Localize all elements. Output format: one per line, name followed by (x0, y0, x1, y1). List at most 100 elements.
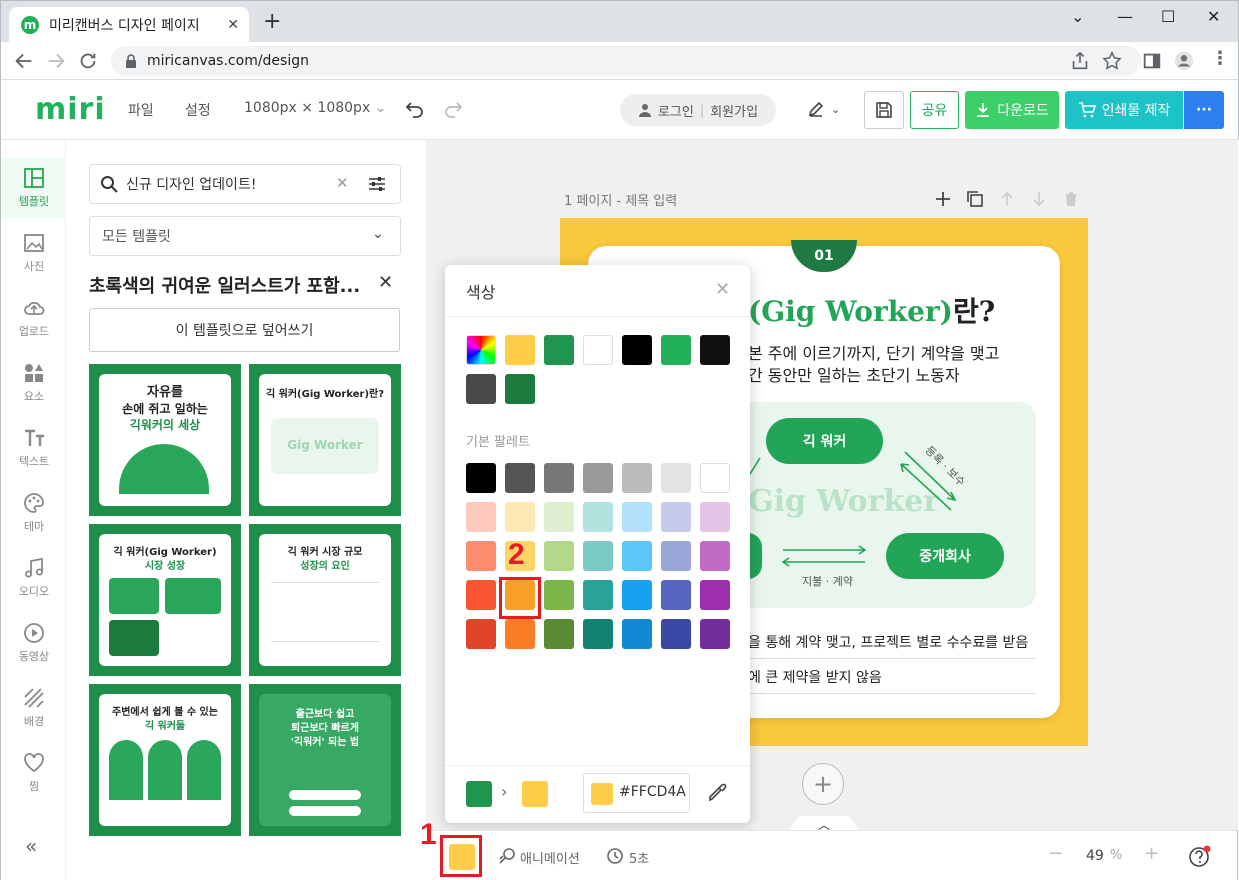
close-template-icon[interactable]: ✕ (378, 272, 393, 293)
tab-search-icon[interactable]: ⌄ (1071, 7, 1084, 26)
design-subtitle-line2[interactable]: 간 동안만 일하는 초단기 노동자 (748, 362, 960, 386)
palette-color-swatch[interactable] (700, 580, 730, 610)
palette-color-swatch[interactable] (544, 463, 574, 493)
more-menu-button[interactable]: ··· (1184, 91, 1224, 129)
overwrite-template-button[interactable]: 이 템플릿으로 덮어쓰기 (89, 308, 400, 352)
document-color-swatch[interactable] (661, 335, 691, 365)
palette-color-swatch[interactable] (661, 502, 691, 532)
template-thumbnail-1[interactable]: 자유를 손에 쥐고 일하는 긱워커의 세상 (89, 364, 241, 516)
design-pill-partial[interactable] (748, 533, 762, 579)
palette-color-swatch[interactable] (544, 502, 574, 532)
filter-sliders-icon[interactable] (368, 175, 386, 193)
document-color-swatch[interactable] (505, 374, 535, 404)
document-color-swatch[interactable] (544, 335, 574, 365)
clear-search-icon[interactable]: ✕ (336, 174, 349, 192)
sidebar-item-templates[interactable]: 템플릿 (1, 158, 67, 218)
palette-color-swatch[interactable] (622, 580, 652, 610)
sidebar-item-favorites[interactable]: 찜 (1, 743, 67, 803)
new-tab-icon[interactable]: + (263, 11, 281, 33)
palette-color-swatch[interactable] (622, 502, 652, 532)
browser-tab[interactable]: m 미리캔버스 디자인 페이지 ✕ (9, 7, 249, 43)
zoom-value[interactable]: 49 (1086, 848, 1104, 864)
palette-color-swatch[interactable] (661, 541, 691, 571)
sidebar-item-text[interactable]: 텍스트 (1, 418, 67, 478)
template-search-input[interactable]: 신규 디자인 업데이트! ✕ (89, 164, 401, 204)
template-thumbnail-3[interactable]: 긱 워커(Gig Worker) 시장 성장 (89, 524, 241, 676)
rainbow-custom-color-icon[interactable] (466, 335, 496, 365)
canvas-size-dropdown[interactable]: 1080px × 1080px ⌄ (244, 100, 386, 116)
minimize-icon[interactable]: — (1117, 7, 1133, 26)
palette-color-swatch[interactable] (544, 580, 574, 610)
browser-menu-icon[interactable]: ⋮ (1211, 48, 1233, 70)
download-button[interactable]: 다운로드 (965, 91, 1059, 129)
palette-color-swatch[interactable] (700, 502, 730, 532)
eyedropper-icon[interactable] (707, 781, 729, 803)
design-subtitle-line1[interactable]: 본 주에 이르기까지, 단기 계약을 맺고 (748, 340, 999, 364)
palette-color-swatch[interactable] (583, 463, 613, 493)
palette-color-swatch[interactable] (583, 580, 613, 610)
design-bullet-2[interactable]: 에 큰 제약을 받지 않음 (748, 667, 882, 687)
help-icon[interactable] (1188, 844, 1212, 868)
signup-link[interactable]: 회원가입 (710, 101, 758, 120)
template-thumbnail-6[interactable]: 출근보다 쉽고 퇴근보다 빠르게 '긱워커' 되는 법 (249, 684, 401, 836)
design-bullet-1[interactable]: 을 통해 계약 맺고, 프로젝트 별로 수수료를 받음 (748, 632, 1028, 652)
sidebar-item-audio[interactable]: 오디오 (1, 548, 67, 608)
sidebar-item-photos[interactable]: 사진 (1, 223, 67, 283)
add-page-icon[interactable] (934, 190, 952, 208)
redo-icon[interactable] (443, 100, 463, 118)
palette-color-swatch[interactable] (583, 619, 613, 649)
miri-logo[interactable]: miri (35, 92, 106, 127)
palette-color-swatch[interactable] (544, 619, 574, 649)
tab-close-icon[interactable]: ✕ (227, 17, 239, 33)
delete-page-icon[interactable] (1062, 190, 1080, 208)
undo-icon[interactable] (405, 100, 425, 118)
template-thumbnail-5[interactable]: 주변에서 쉽게 볼 수 있는 긱 워커들 (89, 684, 241, 836)
duration-button[interactable]: 5초 (629, 848, 649, 867)
sidebar-item-theme[interactable]: 테마 (1, 483, 67, 543)
design-heading[interactable]: (Gig Worker)란? (748, 290, 995, 330)
sidebar-item-background[interactable]: 배경 (1, 678, 67, 738)
duplicate-page-icon[interactable] (966, 190, 984, 208)
palette-color-swatch[interactable] (466, 463, 496, 493)
palette-color-swatch[interactable] (622, 463, 652, 493)
palette-color-swatch[interactable] (700, 463, 730, 493)
palette-color-swatch[interactable] (466, 502, 496, 532)
save-button[interactable] (864, 91, 904, 129)
document-color-swatch[interactable] (622, 335, 652, 365)
page-title-label[interactable]: 1 페이지 - 제목 입력 (564, 190, 677, 209)
template-category-dropdown[interactable]: 모든 템플릿 ⌄ (89, 216, 401, 256)
sidebar-item-elements[interactable]: 요소 (1, 353, 67, 413)
palette-color-swatch[interactable] (505, 463, 535, 493)
palette-color-swatch[interactable] (700, 541, 730, 571)
forward-icon[interactable] (45, 50, 67, 72)
profile-icon[interactable] (1173, 50, 1195, 72)
pen-tool-button[interactable]: ⌄ (807, 100, 840, 118)
palette-color-swatch[interactable] (505, 619, 535, 649)
bookmark-star-icon[interactable] (1101, 50, 1123, 72)
document-color-swatch[interactable] (700, 335, 730, 365)
back-icon[interactable] (13, 50, 35, 72)
address-bar[interactable]: miricanvas.com/design (111, 46, 1141, 76)
zoom-in-icon[interactable]: + (1144, 843, 1159, 864)
palette-color-swatch[interactable] (661, 619, 691, 649)
palette-color-swatch[interactable] (661, 463, 691, 493)
document-color-swatch[interactable] (466, 374, 496, 404)
zoom-out-icon[interactable]: − (1048, 843, 1063, 864)
sidebar-item-video[interactable]: 동영상 (1, 613, 67, 673)
design-pill-agency[interactable]: 중개회사 (886, 533, 1004, 579)
menu-settings[interactable]: 설정 (185, 100, 211, 120)
menu-file[interactable]: 파일 (128, 100, 154, 120)
palette-color-swatch[interactable] (466, 541, 496, 571)
document-color-swatch[interactable] (505, 335, 535, 365)
palette-color-swatch[interactable] (583, 502, 613, 532)
print-order-button[interactable]: 인쇄물 제작 (1065, 91, 1183, 129)
add-new-page-button[interactable]: + (802, 763, 844, 805)
share-page-icon[interactable] (1069, 50, 1091, 72)
close-color-popup-icon[interactable]: ✕ (715, 279, 730, 300)
palette-color-swatch[interactable] (466, 619, 496, 649)
palette-color-swatch[interactable] (661, 580, 691, 610)
reload-icon[interactable] (77, 50, 99, 72)
palette-color-swatch[interactable] (466, 580, 496, 610)
close-window-icon[interactable]: ✕ (1207, 7, 1220, 26)
side-panel-icon[interactable] (1141, 50, 1163, 72)
